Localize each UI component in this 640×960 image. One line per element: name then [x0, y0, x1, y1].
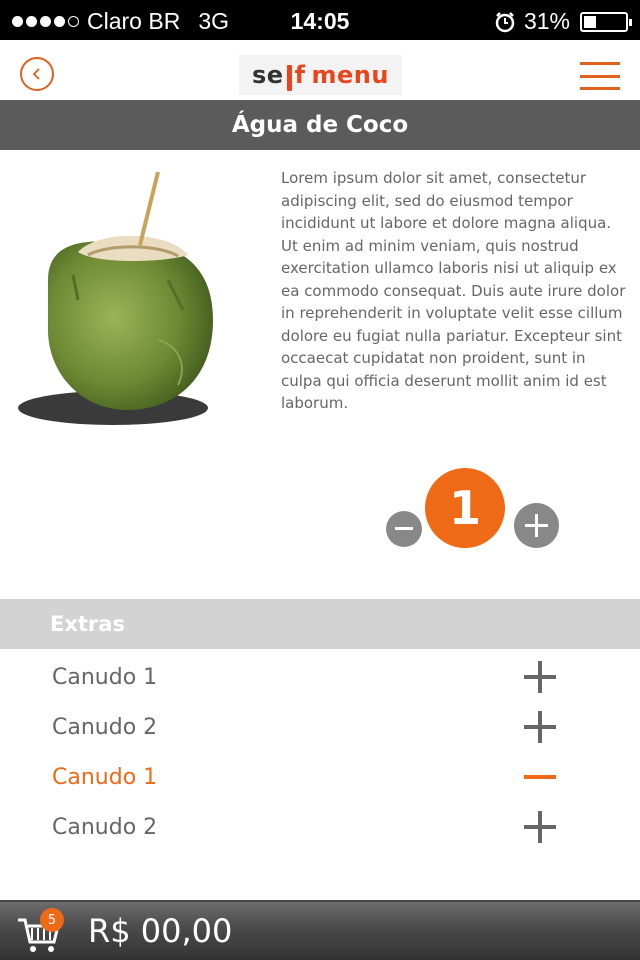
add-extra-icon[interactable] — [524, 711, 556, 743]
product-title-bar: Água de Coco — [0, 100, 640, 150]
logo-text-f: f — [294, 61, 306, 89]
product-description: Lorem ipsum dolor sit amet, consectetur … — [281, 169, 626, 412]
logo-text-menu: menu — [311, 61, 389, 89]
status-bar: Claro BR 3G 14:05 31% — [0, 0, 640, 40]
battery-percent: 31% — [523, 8, 570, 34]
status-right: 31% — [494, 8, 632, 35]
extra-item-label: Canudo 2 — [52, 714, 158, 740]
extra-item-canudo-1-selected[interactable]: Canudo 1 — [0, 752, 640, 802]
hamburger-menu-icon[interactable] — [580, 62, 620, 90]
product-title: Água de Coco — [231, 112, 409, 138]
fork-icon — [286, 65, 292, 91]
extra-item-canudo-2[interactable]: Canudo 2 — [0, 802, 640, 852]
extra-item-canudo-1[interactable]: Canudo 1 — [0, 652, 640, 702]
battery-icon — [580, 11, 632, 32]
add-extra-icon[interactable] — [524, 661, 556, 693]
cart-total: R$ 00,00 — [88, 912, 233, 950]
cart-count-badge: 5 — [40, 908, 64, 932]
chevron-left-icon — [32, 68, 40, 80]
extras-header: Extras — [0, 599, 640, 649]
extra-item-label: Canudo 2 — [52, 814, 158, 840]
battery-fill — [584, 15, 596, 28]
alarm-icon — [495, 11, 515, 32]
extra-item-label: Canudo 1 — [52, 764, 158, 790]
app-header: se f menu — [0, 40, 640, 100]
extra-item-label: Canudo 1 — [52, 664, 158, 690]
decrease-quantity-button[interactable] — [386, 511, 422, 547]
remove-extra-icon[interactable] — [524, 761, 556, 793]
logo-text-se: se — [252, 61, 284, 89]
add-extra-icon[interactable] — [524, 811, 556, 843]
extra-item-canudo-2[interactable]: Canudo 2 — [0, 702, 640, 752]
selfmenu-logo: se f menu — [239, 55, 402, 95]
cart-bar: 5 R$ 00,00 — [0, 900, 640, 960]
quantity-value: 1 — [425, 468, 505, 548]
extras-title: Extras — [50, 612, 125, 636]
extras-list: Canudo 1 Canudo 2 Canudo 1 Canudo 2 — [0, 652, 640, 852]
increase-quantity-button[interactable] — [514, 503, 559, 548]
product-image-coconut — [18, 171, 213, 425]
back-button[interactable] — [20, 57, 54, 91]
